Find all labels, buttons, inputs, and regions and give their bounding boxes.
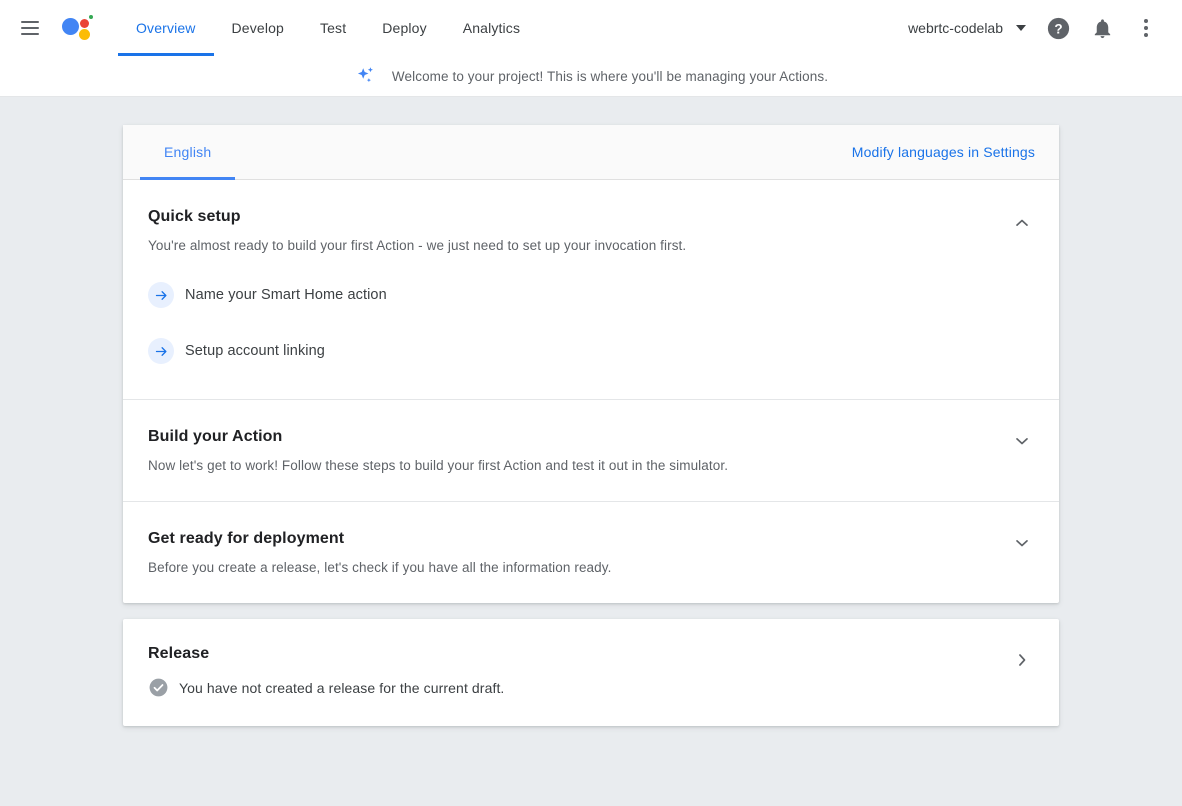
modify-languages-link[interactable]: Modify languages in Settings [852, 144, 1035, 160]
expand-build-your-action-button[interactable] [1009, 428, 1035, 454]
section-title: Build your Action [148, 428, 1035, 446]
kebab-dot [1144, 26, 1148, 30]
release-status-row: You have not created a release for the c… [148, 677, 1035, 698]
chevron-down-icon [1012, 431, 1032, 451]
section-title: Quick setup [148, 208, 1035, 226]
logo-dot-red [80, 19, 89, 28]
task-row[interactable]: Setup account linking [148, 331, 1035, 371]
section-quick-setup: Quick setup You're almost ready to build… [123, 180, 1059, 399]
hamburger-line [21, 33, 39, 35]
bell-icon [1091, 17, 1114, 40]
chevron-up-icon [1012, 213, 1032, 233]
nav-tab-label: Analytics [463, 20, 520, 36]
more-vertical-icon [1144, 19, 1148, 37]
release-card[interactable]: Release You have not created a release f… [123, 619, 1059, 726]
nav-tab-test[interactable]: Test [302, 0, 364, 56]
release-section: Release You have not created a release f… [123, 619, 1059, 726]
hamburger-menu-icon[interactable] [12, 10, 48, 46]
tab-english[interactable]: English [140, 125, 235, 180]
arrow-right-icon [148, 338, 174, 364]
help-circle-icon: ? [1046, 16, 1071, 41]
kebab-dot [1144, 19, 1148, 23]
kebab-dot [1144, 33, 1148, 37]
primary-nav: Overview Develop Test Deploy Analytics [118, 0, 538, 56]
help-button[interactable]: ? [1038, 8, 1078, 48]
app-bar-actions: webrtc-codelab ? [900, 8, 1166, 48]
more-options-button[interactable] [1126, 8, 1166, 48]
section-build-your-action[interactable]: Build your Action Now let's get to work!… [123, 399, 1059, 501]
nav-tab-label: Develop [232, 20, 284, 36]
section-get-ready-for-deployment[interactable]: Get ready for deployment Before you crea… [123, 501, 1059, 603]
nav-tab-label: Test [320, 20, 346, 36]
project-name: webrtc-codelab [908, 20, 1003, 36]
section-subtitle: Now let's get to work! Follow these step… [148, 458, 1035, 473]
tab-english-label: English [164, 144, 211, 160]
release-title: Release [148, 645, 1035, 663]
logo-dot-yellow [79, 29, 90, 40]
arrow-right-glyph [154, 288, 169, 303]
project-selector[interactable]: webrtc-codelab [900, 14, 1034, 42]
task-row[interactable]: Name your Smart Home action [148, 275, 1035, 315]
nav-tab-develop[interactable]: Develop [214, 0, 302, 56]
nav-tab-label: Deploy [382, 20, 426, 36]
arrow-right-icon [148, 282, 174, 308]
svg-text:?: ? [1054, 21, 1062, 36]
welcome-banner: Welcome to your project! This is where y… [0, 56, 1182, 97]
section-subtitle: You're almost ready to build your first … [148, 238, 1035, 253]
sparkle-icon [354, 64, 378, 88]
hamburger-line [21, 21, 39, 23]
section-title: Get ready for deployment [148, 530, 1035, 548]
notifications-button[interactable] [1082, 8, 1122, 48]
nav-tab-analytics[interactable]: Analytics [445, 0, 538, 56]
chevron-down-icon [1012, 533, 1032, 553]
nav-tab-label: Overview [136, 20, 196, 36]
collapse-quick-setup-button[interactable] [1009, 210, 1035, 236]
check-circle-icon [148, 677, 169, 698]
chevron-down-icon [1016, 25, 1026, 31]
hamburger-line [21, 27, 39, 29]
expand-get-ready-for-deployment-button[interactable] [1009, 530, 1035, 556]
open-release-button[interactable] [1009, 647, 1035, 673]
section-subtitle: Before you create a release, let's check… [148, 560, 1035, 575]
nav-tab-deploy[interactable]: Deploy [364, 0, 444, 56]
top-app-bar: Overview Develop Test Deploy Analytics w… [0, 0, 1182, 56]
task-label: Name your Smart Home action [185, 287, 387, 303]
quick-setup-task-list: Name your Smart Home action Setup accoun… [148, 275, 1035, 371]
nav-tab-overview[interactable]: Overview [118, 0, 214, 56]
task-label: Setup account linking [185, 343, 325, 359]
chevron-right-icon [1012, 650, 1032, 670]
logo-dot-blue [62, 18, 79, 35]
setup-card: English Modify languages in Settings Qui… [123, 125, 1059, 603]
google-assistant-logo[interactable] [62, 13, 96, 43]
language-bar: English Modify languages in Settings [123, 125, 1059, 180]
logo-dot-green [89, 15, 93, 19]
release-status-text: You have not created a release for the c… [179, 680, 504, 696]
main-content: English Modify languages in Settings Qui… [0, 97, 1182, 726]
arrow-right-glyph [154, 344, 169, 359]
welcome-text: Welcome to your project! This is where y… [392, 69, 828, 84]
